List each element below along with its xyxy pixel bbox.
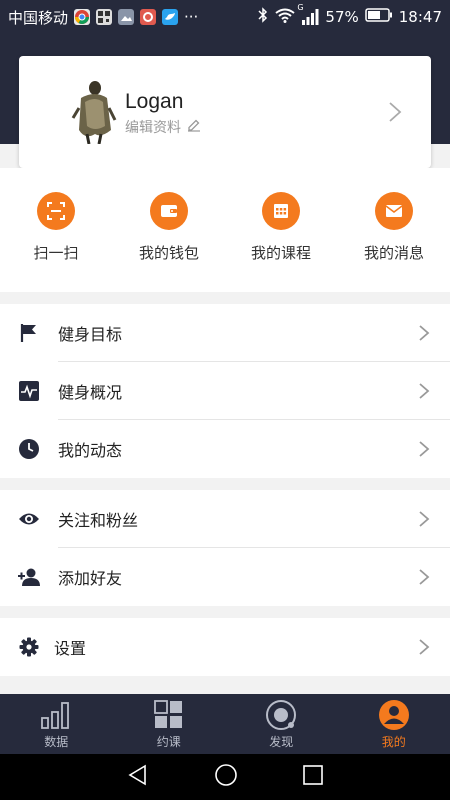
recents-icon[interactable] [302,765,323,789]
red-app-icon [140,9,157,25]
chevron-right-icon [418,510,430,528]
profile-chevron-icon [387,100,403,124]
menu-item-follows-fans[interactable]: 关注和粉丝 [0,490,450,548]
nav-tab-data[interactable]: 数据 [0,694,113,754]
gallery-app-icon [118,9,135,25]
menu-item-label: 关注和粉丝 [58,511,139,530]
nav-tab-booking[interactable]: 约课 [113,694,226,754]
eye-icon [17,507,41,531]
wallet-icon [150,192,188,230]
carrier-label: 中国移动 [8,8,69,27]
clock-time: 18:47 [398,8,442,26]
menu-item-fitness-overview[interactable]: 健身概况 [0,362,450,420]
quick-actions: 扫一扫 我的钱包 我的课程 我的消息 [0,168,450,292]
nav-tab-discover[interactable]: 发现 [225,694,338,754]
system-nav-bar [0,754,450,800]
bird-app-icon [162,9,179,25]
menu-item-label: 设置 [54,639,87,658]
menu-item-my-activity[interactable]: 我的动态 [0,420,450,478]
bottom-nav: 数据 约课 发现 我的 [0,694,450,754]
quick-action-label: 我的消息 [363,244,424,262]
back-icon[interactable] [127,764,149,790]
quick-action-label: 扫一扫 [33,244,79,262]
qr-app-icon [96,9,113,25]
bluetooth-icon [257,7,269,27]
menu-item-fitness-goal[interactable]: 健身目标 [0,304,450,362]
chrome-app-icon [74,9,91,25]
clock-icon [17,437,41,461]
profile-icon [377,699,411,731]
add-person-icon [17,565,41,589]
network-type-label: G [297,3,304,12]
chevron-right-icon [418,382,430,400]
discover-icon [264,699,298,731]
quick-action-label: 我的钱包 [138,244,199,262]
quick-action-wallet[interactable]: 我的钱包 [113,192,225,263]
quick-action-scan[interactable]: 扫一扫 [0,192,112,263]
battery-icon [365,8,393,26]
menu-item-label: 健身概况 [58,383,123,402]
menu-item-add-friend[interactable]: 添加好友 [0,548,450,606]
battery-percent: 57% [325,8,359,26]
scan-icon [37,192,75,230]
home-icon[interactable] [214,763,238,791]
profile-card[interactable]: Logan 编辑资料 [19,56,431,168]
nav-tab-mine[interactable]: 我的 [338,694,450,754]
menu-item-label: 健身目标 [58,325,123,344]
grid-icon [152,699,186,731]
more-notifications-label: ··· [184,8,199,26]
mail-icon [375,192,413,230]
nav-tab-label: 发现 [269,734,294,749]
edit-profile-label: 编辑资料 [125,120,181,136]
menu-item-label: 我的动态 [58,441,123,460]
bar-chart-icon [39,699,73,731]
chevron-right-icon [418,638,430,656]
edit-profile-link[interactable]: 编辑资料 [125,117,201,137]
signal-icon: G [297,3,319,25]
quick-action-courses[interactable]: 我的课程 [225,192,337,263]
edit-pencil-icon [187,118,201,136]
calendar-icon [262,192,300,230]
quick-action-messages[interactable]: 我的消息 [338,192,450,263]
avatar[interactable] [71,78,117,145]
menu-section-fitness: 健身目标 健身概况 我的动态 [0,304,450,478]
wifi-icon [275,7,296,27]
menu-item-settings[interactable]: 设置 [0,618,450,676]
gear-icon [17,635,41,659]
pulse-icon [17,379,41,403]
chevron-right-icon [418,568,430,586]
nav-tab-label: 数据 [44,734,69,749]
menu-section-settings: 设置 [0,618,450,676]
status-bar: 中国移动 ··· G 57% 18:47 [0,0,450,34]
chevron-right-icon [418,440,430,458]
quick-action-label: 我的课程 [250,244,311,262]
nav-tab-label: 我的 [381,734,406,749]
menu-section-social: 关注和粉丝 添加好友 [0,490,450,606]
profile-name: Logan [125,90,184,113]
nav-tab-label: 约课 [156,734,181,749]
menu-item-label: 添加好友 [58,569,123,588]
flag-icon [17,321,41,345]
chevron-right-icon [418,324,430,342]
